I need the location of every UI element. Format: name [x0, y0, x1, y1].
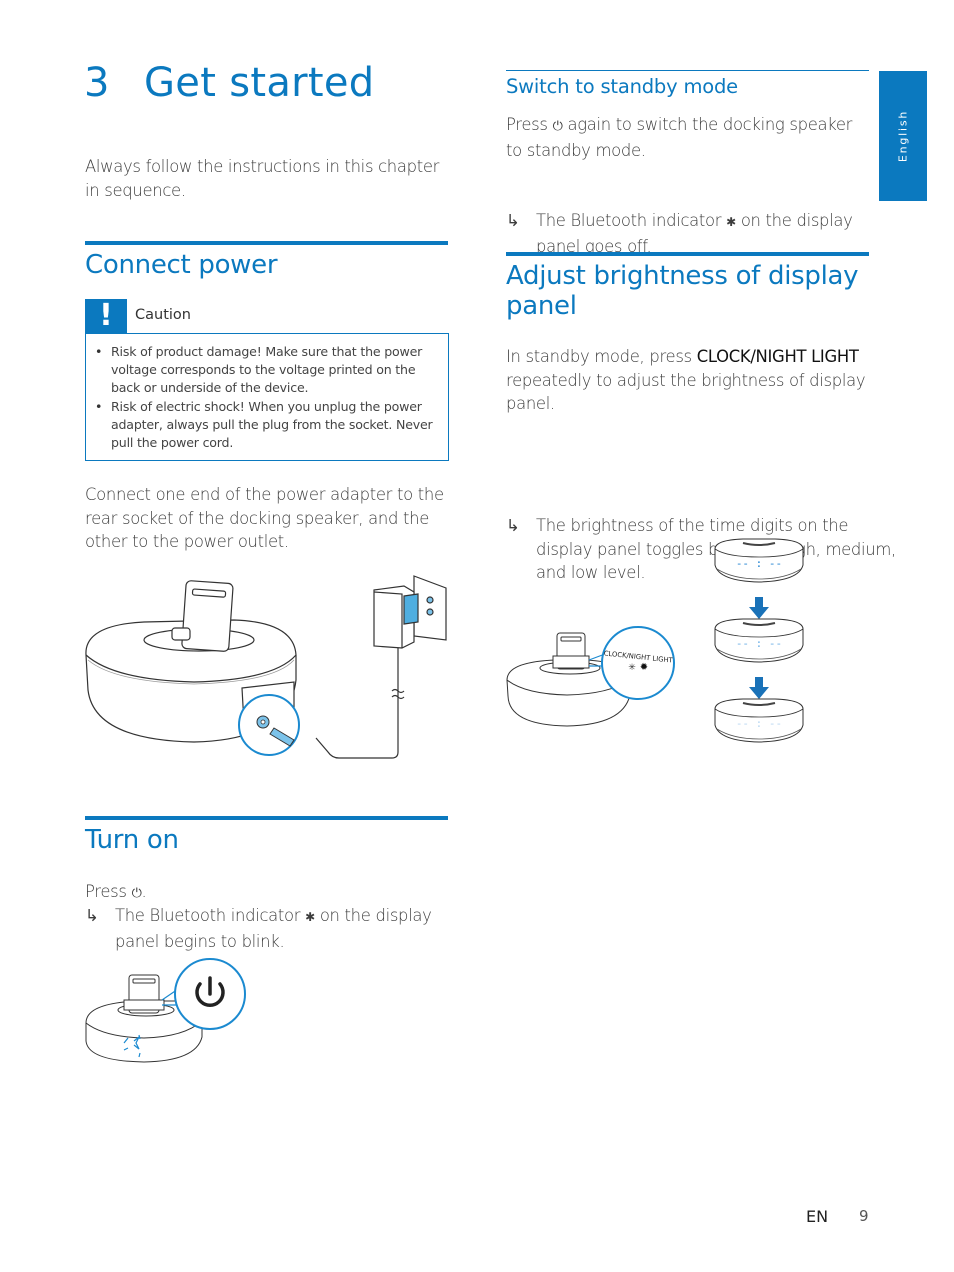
chapter-title-text: Get started	[144, 60, 375, 106]
brightness-heading: Adjust brightness of display panel	[506, 261, 859, 321]
power-adapter-illustration	[315, 575, 447, 759]
footer-language-code: EN	[806, 1207, 829, 1226]
result-text: The Bluetooth indicator	[536, 211, 722, 230]
language-tab: English	[879, 71, 927, 201]
caution-header: ! Caution	[85, 299, 449, 333]
clock-night-light-callout: CLOCK/NIGHT LIGHT ✳ ✹	[601, 626, 675, 700]
step-prefix: Press	[506, 115, 548, 134]
caution-item: Risk of product damage! Make sure that t…	[95, 343, 440, 398]
turn-on-result: ↳ The Bluetooth indicator ✱ on the displ…	[85, 904, 455, 953]
step-suffix: .	[141, 882, 147, 901]
result-arrow-icon: ↳	[506, 211, 520, 230]
bluetooth-icon: ✱	[305, 910, 315, 924]
connect-power-heading: Connect power	[85, 250, 278, 280]
brightness-step: In standby mode, press CLOCK/NIGHT LIGHT…	[506, 345, 869, 416]
bluetooth-icon: ✱	[726, 215, 736, 229]
exclamation-icon: !	[85, 299, 127, 333]
brightness-figure: CLOCK/NIGHT LIGHT ✳ ✹ -- : -- -- : -- -- :…	[505, 535, 815, 745]
language-tab-label: English	[896, 109, 910, 163]
display-digits: -- : --	[736, 637, 782, 650]
section-rule	[506, 70, 869, 71]
bright-sun-icon: ✹	[640, 662, 648, 673]
speaker-level-medium: -- : --	[714, 618, 804, 663]
caution-list: Risk of product damage! Make sure that t…	[86, 334, 448, 452]
result-arrow-icon: ↳	[85, 906, 99, 925]
page-number: 9	[859, 1207, 869, 1225]
result-arrow-icon: ↳	[506, 516, 520, 535]
down-arrow-icon	[749, 597, 769, 619]
standby-result: ↳ The Bluetooth indicator ✱ on the displ…	[506, 209, 876, 258]
button-name: CLOCK/NIGHT LIGHT	[696, 347, 859, 366]
step-prefix: Press	[85, 882, 127, 901]
speaker-level-high: -- : --	[714, 538, 804, 583]
turn-on-step: Press ⏻.	[85, 880, 447, 906]
turn-on-heading: Turn on	[85, 825, 179, 855]
step-text: In standby mode, press	[506, 347, 692, 366]
chapter-title: 3 Get started	[84, 60, 374, 106]
brightness-levels: -- : -- -- : -- -- : --	[713, 535, 805, 745]
section-rule	[85, 816, 448, 820]
section-rule	[85, 241, 448, 245]
caution-label: Caution	[135, 307, 191, 323]
section-rule	[506, 252, 869, 256]
caution-item: Risk of electric shock! When you unplug …	[95, 398, 440, 453]
turn-on-figure	[84, 955, 254, 1065]
connect-power-figure	[84, 570, 454, 765]
caution-box: Risk of product damage! Make sure that t…	[85, 333, 449, 461]
connect-power-instruction: Connect one end of the power adapter to …	[85, 485, 444, 551]
power-icon: ⏻	[131, 886, 142, 901]
display-digits: -- : --	[736, 557, 782, 570]
standby-step: Press ⏻ again to switch the docking spea…	[506, 113, 869, 162]
display-digits: -- : --	[736, 717, 782, 730]
power-button-callout	[174, 958, 246, 1030]
step-text: repeatedly to adjust the brightness of d…	[506, 370, 866, 414]
standby-heading: Switch to standby mode	[506, 75, 738, 98]
speaker-level-low: -- : --	[714, 698, 804, 743]
down-arrow-icon	[749, 677, 769, 699]
result-text: The Bluetooth indicator	[115, 906, 301, 925]
power-icon: ⏻	[552, 119, 563, 134]
dim-sun-icon: ✳	[628, 663, 636, 673]
chapter-intro: Always follow the instructions in this c…	[85, 157, 440, 200]
chapter-number: 3	[84, 60, 110, 106]
